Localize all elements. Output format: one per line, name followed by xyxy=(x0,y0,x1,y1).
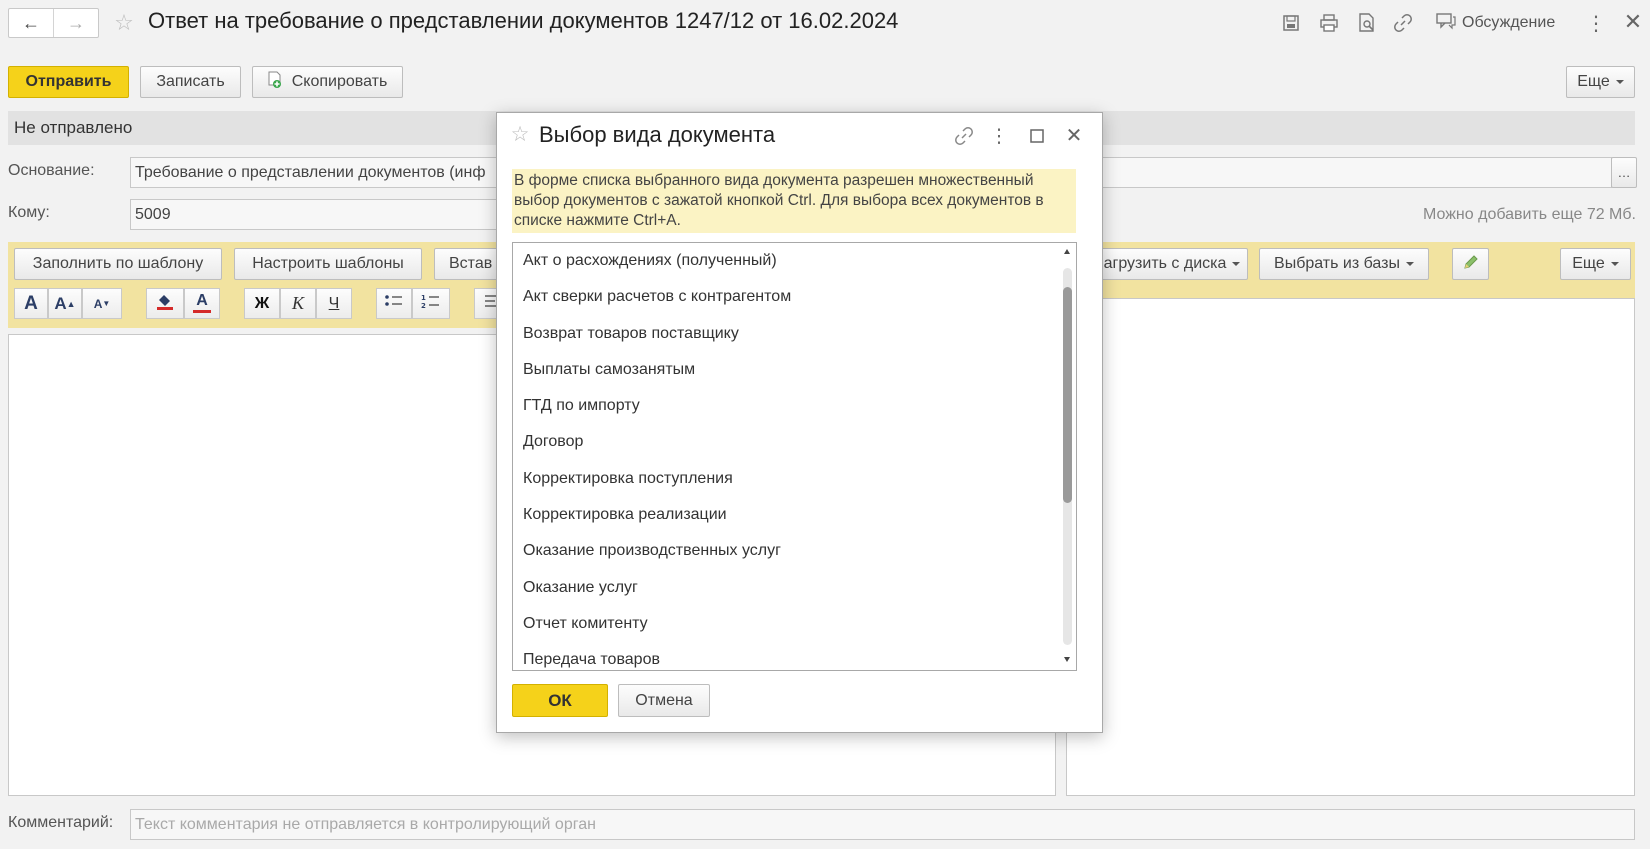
back-arrow-icon[interactable]: ← xyxy=(9,9,54,37)
copy-doc-icon xyxy=(268,71,284,94)
recipient-label: Кому: xyxy=(8,204,50,221)
discussion-label: Обсуждение xyxy=(1462,14,1556,31)
comment-label: Комментарий: xyxy=(8,814,114,831)
save-icon[interactable] xyxy=(1280,12,1302,34)
list-item[interactable]: Оказание производственных услуг xyxy=(513,533,1058,569)
list-item[interactable]: Акт сверки расчетов с контрагентом xyxy=(513,279,1058,315)
dialog-hint: В форме списка выбранного вида документа… xyxy=(512,169,1076,233)
list-item[interactable]: Оказание услуг xyxy=(513,570,1058,606)
nav-buttons-group: ← → xyxy=(8,8,99,38)
document-type-items: Акт о расхождениях (полученный) Акт сверк… xyxy=(513,243,1058,670)
more-button[interactable]: Еще xyxy=(1566,66,1635,98)
maximize-icon[interactable] xyxy=(1027,126,1047,146)
underline-button[interactable]: Ч xyxy=(316,288,352,319)
paint-bucket-icon xyxy=(155,291,175,316)
pencil-icon xyxy=(1462,253,1480,276)
page-title: Ответ на требование о представлении доку… xyxy=(148,8,899,33)
size-note: Можно добавить еще 72 Мб. xyxy=(1423,206,1636,223)
print-icon[interactable] xyxy=(1318,12,1340,34)
list-item[interactable]: Корректировка поступления xyxy=(513,461,1058,497)
document-type-dialog: ☆ Выбор вида документа ⋮ ✕ В форме списк… xyxy=(496,112,1103,733)
status-text: Не отправлено xyxy=(14,118,133,137)
bold-button[interactable]: Ж xyxy=(244,288,280,319)
svg-text:2: 2 xyxy=(421,302,426,309)
copy-label: Скопировать xyxy=(291,73,388,90)
editor-more-button[interactable]: Еще xyxy=(1560,248,1631,280)
save-button[interactable]: Записать xyxy=(140,66,241,98)
attachments-area[interactable] xyxy=(1066,298,1635,796)
cancel-button[interactable]: Отмена xyxy=(618,684,710,717)
font-bigger-button[interactable]: A xyxy=(14,288,48,319)
scroll-thumb[interactable] xyxy=(1063,287,1072,503)
dialog-title: Выбор вида документа xyxy=(539,122,776,147)
list-item[interactable]: Корректировка реализации xyxy=(513,497,1058,533)
list-item[interactable]: Акт о расхождениях (полученный) xyxy=(513,243,1058,279)
font-decrease-button[interactable]: A ▼ xyxy=(82,288,122,319)
comment-field[interactable]: Текст комментария не отправляется в конт… xyxy=(130,809,1635,840)
upload-from-disk-button[interactable]: агрузить с диска xyxy=(1096,248,1248,280)
numbered-list-icon: 12 xyxy=(421,293,441,314)
ok-button[interactable]: ОК xyxy=(512,684,608,717)
list-item[interactable]: Договор xyxy=(513,424,1058,460)
dialog-close-icon[interactable]: ✕ xyxy=(1063,124,1085,147)
favorite-star-icon[interactable]: ☆ xyxy=(112,10,136,36)
document-type-list[interactable]: Акт о расхождениях (полученный) Акт сверк… xyxy=(512,242,1077,671)
more-vertical-icon[interactable]: ⋮ xyxy=(1586,12,1606,35)
list-scrollbar[interactable] xyxy=(1060,243,1076,670)
text-color-button[interactable]: A xyxy=(184,288,220,319)
numbered-list-button[interactable]: 12 xyxy=(412,288,450,319)
copy-button[interactable]: Скопировать xyxy=(252,66,403,98)
list-item[interactable]: Отчет комитенту xyxy=(513,606,1058,642)
bullet-list-button[interactable] xyxy=(376,288,412,319)
choose-from-database-button[interactable]: Выбрать из базы xyxy=(1259,248,1429,280)
fill-template-button[interactable]: Заполнить по шаблону xyxy=(14,248,222,280)
link-icon[interactable] xyxy=(1392,12,1414,34)
edit-pencil-button[interactable] xyxy=(1452,248,1489,280)
fill-color-button[interactable] xyxy=(146,288,184,319)
scroll-up-arrow-icon[interactable] xyxy=(1064,249,1070,254)
italic-button[interactable]: К xyxy=(280,288,316,319)
svg-text:1: 1 xyxy=(421,294,426,302)
basis-select-button[interactable]: … xyxy=(1611,157,1637,188)
list-item[interactable]: Передача товаров xyxy=(513,642,1058,670)
text-color-icon: A xyxy=(193,293,211,313)
forward-arrow-icon[interactable]: → xyxy=(54,9,98,37)
scroll-down-arrow-icon[interactable] xyxy=(1064,657,1070,662)
list-item[interactable]: ГТД по импорту xyxy=(513,388,1058,424)
dialog-more-vertical-icon[interactable]: ⋮ xyxy=(990,125,1009,147)
dialog-link-icon[interactable] xyxy=(953,125,975,147)
close-icon[interactable]: ✕ xyxy=(1622,9,1644,34)
list-item[interactable]: Выплаты самозанятым xyxy=(513,352,1058,388)
bullet-list-icon xyxy=(384,293,404,314)
font-increase-button[interactable]: A ▲ xyxy=(48,288,82,319)
basis-label: Основание: xyxy=(8,162,95,179)
preview-icon[interactable] xyxy=(1356,12,1378,34)
configure-templates-button[interactable]: Настроить шаблоны xyxy=(234,248,422,280)
discussion-icon xyxy=(1436,12,1456,35)
recipient-field[interactable]: 5009 xyxy=(130,199,510,230)
discussion-button[interactable]: Обсуждение xyxy=(1436,12,1555,34)
list-item[interactable]: Возврат товаров поставщику xyxy=(513,316,1058,352)
send-button[interactable]: Отправить xyxy=(8,66,129,98)
dialog-star-icon[interactable]: ☆ xyxy=(509,121,531,147)
